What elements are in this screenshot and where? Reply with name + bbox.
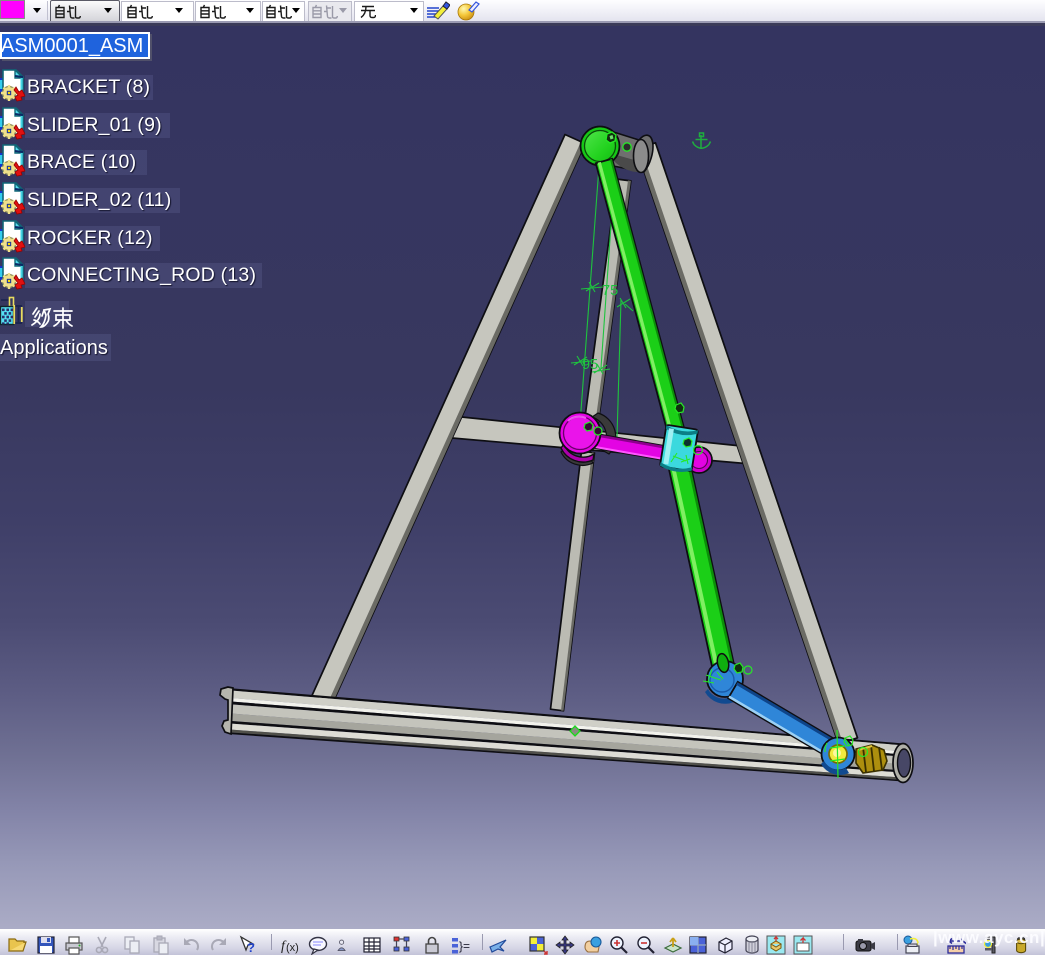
svg-text:75: 75 [602,283,618,299]
svg-text:(x): (x) [286,942,299,954]
svg-text:?: ? [247,940,255,955]
svg-text:}=: }= [459,939,470,953]
svg-text:95: 95 [582,357,598,373]
